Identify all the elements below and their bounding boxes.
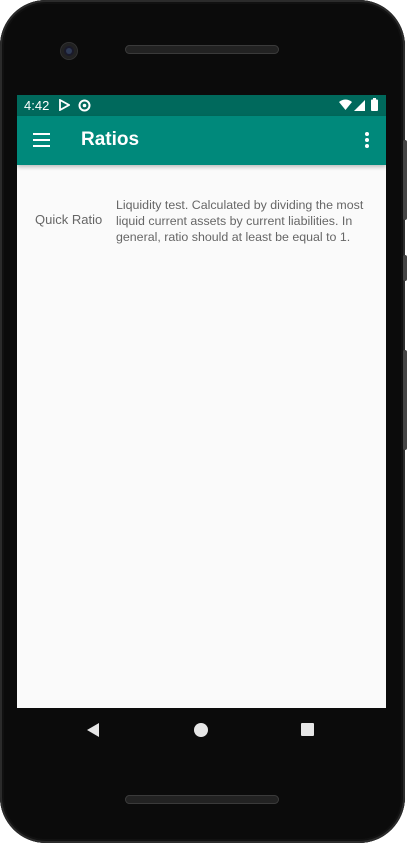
page-title: Ratios bbox=[81, 129, 140, 150]
ratio-name: Quick Ratio bbox=[35, 212, 103, 227]
play-store-icon bbox=[59, 98, 71, 114]
volume-up-button bbox=[403, 255, 407, 281]
wifi-icon bbox=[339, 99, 352, 113]
back-icon[interactable] bbox=[87, 723, 99, 737]
status-bar: 4:42 bbox=[17, 95, 386, 116]
system-nav-bar bbox=[17, 708, 386, 752]
hamburger-menu-icon[interactable] bbox=[29, 128, 55, 152]
app-toolbar: Ratios bbox=[17, 116, 386, 165]
status-time: 4:42 bbox=[24, 98, 50, 113]
volume-rocker bbox=[403, 350, 407, 450]
ratio-description: Liquidity test. Calculated by dividing t… bbox=[116, 198, 364, 244]
data-saver-icon bbox=[78, 99, 91, 115]
battery-icon bbox=[371, 98, 378, 114]
signal-icon bbox=[354, 100, 365, 114]
bottom-speaker bbox=[125, 795, 279, 804]
power-button bbox=[403, 140, 407, 220]
front-camera bbox=[61, 43, 77, 59]
more-vert-icon[interactable] bbox=[358, 128, 376, 152]
top-speaker bbox=[125, 45, 279, 54]
app-screen: 4:42 Ratios Quick Ratio Liquidity test. … bbox=[17, 95, 386, 708]
home-icon[interactable] bbox=[194, 723, 208, 737]
recents-icon[interactable] bbox=[301, 723, 314, 736]
